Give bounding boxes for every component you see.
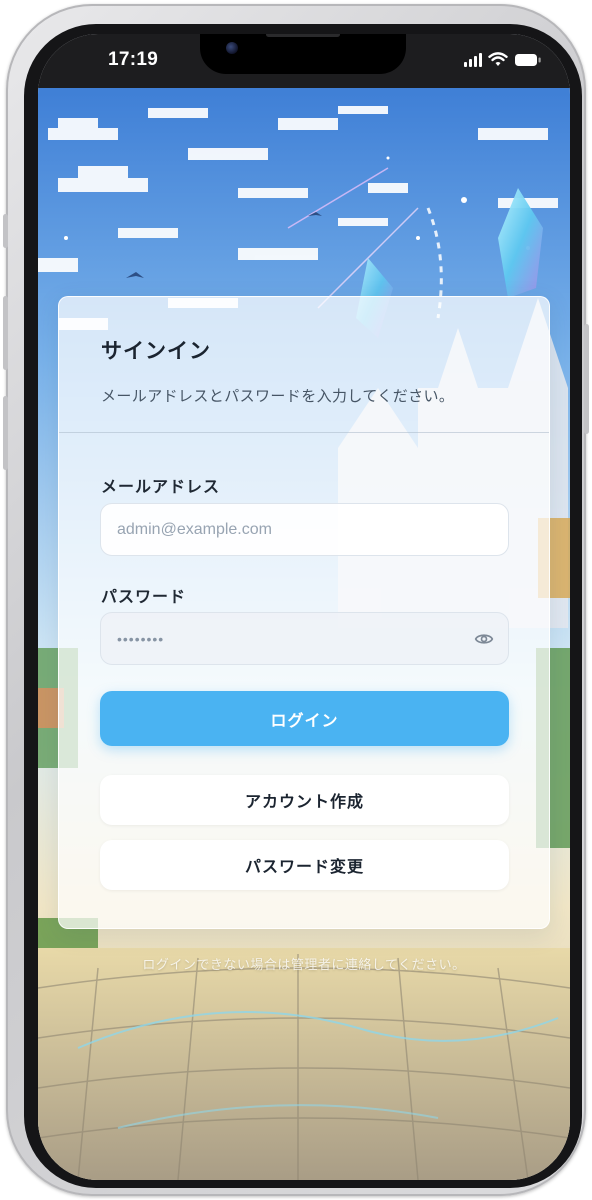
mute-switch xyxy=(3,214,8,248)
status-time: 17:19 xyxy=(108,49,159,70)
change-password-button[interactable]: パスワード変更 xyxy=(100,840,509,890)
email-placeholder: admin@example.com xyxy=(117,520,272,538)
speaker-grille xyxy=(266,34,340,37)
password-field[interactable]: •••••••• xyxy=(100,612,509,665)
power-button xyxy=(584,324,589,434)
signin-description: メールアドレスとパスワードを入力してください。 xyxy=(101,387,455,405)
volume-down-button xyxy=(3,396,8,470)
status-bar: 17:19 xyxy=(38,34,570,88)
eye-icon[interactable] xyxy=(474,629,494,649)
cellular-signal-icon xyxy=(464,53,482,67)
email-field[interactable]: admin@example.com xyxy=(100,503,509,556)
password-label: パスワード xyxy=(101,587,187,606)
email-label: メールアドレス xyxy=(101,477,221,496)
phone-frame: 17:19 サインイン メールアドレスとパスワードを入力してください。 メールア… xyxy=(3,4,589,1196)
login-button[interactable]: ログイン xyxy=(100,691,509,746)
wifi-icon xyxy=(488,52,508,66)
footer-note: ログインできない場合は管理者に連絡してください。 xyxy=(142,958,466,973)
page-title: サインイン xyxy=(101,339,211,363)
card-header: サインイン メールアドレスとパスワードを入力してください。 xyxy=(59,297,549,433)
front-camera xyxy=(226,42,238,54)
battery-icon xyxy=(515,54,541,66)
password-masked-value: •••••••• xyxy=(117,630,165,647)
volume-up-button xyxy=(3,296,8,370)
phone-bezel: 17:19 サインイン メールアドレスとパスワードを入力してください。 メールア… xyxy=(24,24,582,1188)
create-account-button[interactable]: アカウント作成 xyxy=(100,775,509,825)
signin-card: サインイン メールアドレスとパスワードを入力してください。 メールアドレス ad… xyxy=(58,296,550,929)
status-icons xyxy=(464,52,542,67)
screen: 17:19 サインイン メールアドレスとパスワードを入力してください。 メールア… xyxy=(38,34,570,1180)
notch xyxy=(200,34,406,74)
